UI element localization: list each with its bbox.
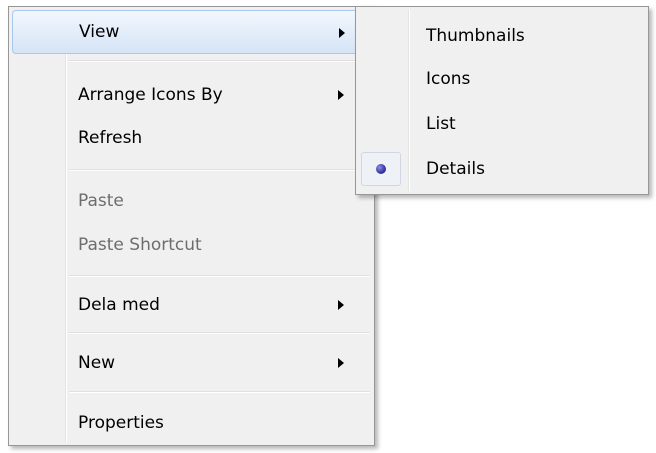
menu-item-view-label: View — [79, 22, 120, 42]
submenu-item-icons-label: Icons — [426, 69, 471, 89]
menu-item-new[interactable]: New — [12, 343, 372, 383]
menu-item-refresh-label: Refresh — [78, 128, 143, 148]
menu-item-view[interactable]: View — [12, 10, 372, 54]
menu-item-properties[interactable]: Properties — [12, 403, 372, 443]
submenu-item-list-label: List — [426, 114, 456, 134]
menu-item-dela-med-label: Dela med — [78, 295, 160, 315]
submenu-item-details[interactable]: Details — [359, 149, 645, 189]
submenu-item-thumbnails[interactable]: Thumbnails — [359, 16, 645, 56]
menu-item-paste[interactable]: Paste — [12, 181, 372, 221]
menu-separator — [69, 60, 370, 62]
menu-item-arrange-icons-by[interactable]: Arrange Icons By — [12, 75, 372, 115]
chevron-right-icon — [338, 90, 344, 100]
menu-separator — [69, 391, 370, 393]
view-submenu: Thumbnails Icons List Details — [355, 6, 649, 195]
menu-item-new-label: New — [78, 353, 116, 373]
menu-item-refresh[interactable]: Refresh — [12, 118, 372, 158]
menu-item-paste-shortcut-label: Paste Shortcut — [78, 235, 202, 255]
radio-dot-icon — [376, 164, 386, 174]
chevron-right-icon — [338, 300, 344, 310]
menu-item-paste-label: Paste — [78, 191, 124, 211]
menu-item-properties-label: Properties — [78, 413, 164, 433]
menu-item-paste-shortcut[interactable]: Paste Shortcut — [12, 225, 372, 265]
chevron-right-icon — [338, 358, 344, 368]
context-menu: View Arrange Icons By Refresh Paste Past… — [8, 6, 375, 446]
menu-separator — [69, 332, 370, 334]
submenu-item-thumbnails-label: Thumbnails — [426, 26, 525, 46]
submenu-item-icons[interactable]: Icons — [359, 59, 645, 99]
menu-item-dela-med[interactable]: Dela med — [12, 285, 372, 325]
menu-separator — [69, 169, 370, 171]
chevron-right-icon — [339, 28, 345, 38]
submenu-item-list[interactable]: List — [359, 104, 645, 144]
menu-separator — [69, 275, 370, 277]
menu-item-arrange-icons-by-label: Arrange Icons By — [78, 85, 223, 105]
submenu-item-details-label: Details — [426, 159, 485, 179]
